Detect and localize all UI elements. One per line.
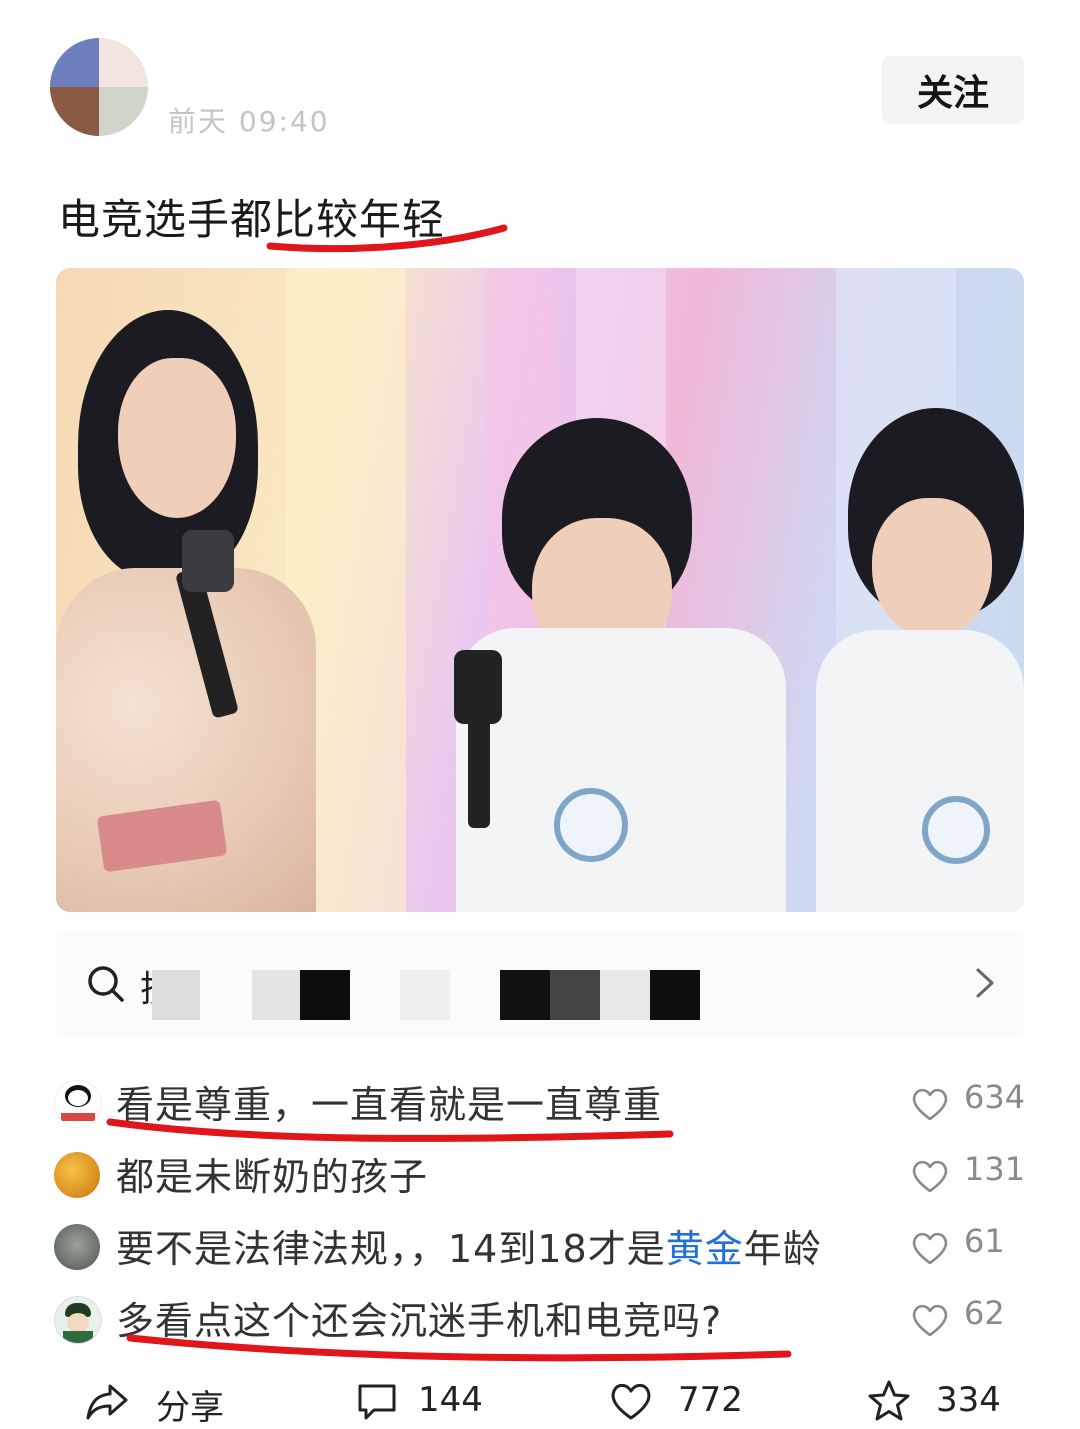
comment-button[interactable]: 144 [354,1372,494,1424]
comment-like-count: 61 [964,1222,1005,1260]
commenter-avatar[interactable] [54,1224,100,1270]
redaction-block [550,970,600,1020]
follow-button[interactable]: 关注 [882,56,1024,124]
comment-item[interactable]: 都是未断奶的孩子 131 [0,1144,1080,1216]
highlight-link[interactable]: 黄金 [666,1227,744,1271]
comment-text: 要不是法律法规，，14到18才是黄金年龄 [116,1227,822,1271]
redaction-block [500,970,550,1020]
like-count: 772 [678,1380,743,1420]
redaction-block [252,970,300,1020]
host-figure [56,268,356,912]
player-figure [436,418,816,912]
redaction-block [600,970,650,1020]
post-time: 前天 09:40 [168,105,330,138]
heart-outline-icon[interactable] [910,1084,950,1124]
share-button[interactable]: 分享 [84,1372,244,1428]
comment-count: 144 [418,1380,483,1420]
redaction-block [650,970,700,1020]
heart-icon [611,1383,651,1420]
action-bar: 分享 144 772 334 [0,1372,1080,1428]
comment-like-count: 634 [964,1078,1026,1116]
comment-like-count: 131 [964,1150,1026,1188]
redaction-block [300,970,350,1020]
commenter-avatar[interactable] [54,1152,100,1198]
red-underline-annotation [106,1118,674,1142]
like-button[interactable]: 772 [608,1372,748,1424]
chevron-right-icon [976,968,994,998]
redaction-block [400,970,450,1020]
red-underline-annotation [126,1334,792,1362]
related-search-bar[interactable]: 搜 [56,930,1024,1038]
comment-text: 都是未断奶的孩子 [116,1155,429,1199]
commenter-avatar[interactable] [54,1080,102,1128]
heart-outline-icon[interactable] [910,1156,950,1196]
heart-outline-icon[interactable] [910,1300,950,1340]
author-avatar[interactable] [50,38,148,136]
favorite-count: 334 [936,1380,1001,1420]
share-icon [86,1384,128,1420]
star-icon [868,1380,910,1421]
commenter-avatar[interactable] [54,1296,102,1344]
comment-like-count: 62 [964,1294,1005,1332]
player-figure [816,408,1024,912]
comment-icon [358,1384,396,1420]
share-label: 分享 [156,1388,224,1428]
comment-item[interactable]: 要不是法律法规，，14到18才是黄金年龄 61 [0,1216,1080,1288]
post-image[interactable] [56,268,1024,912]
redaction-block [152,970,200,1020]
heart-outline-icon[interactable] [910,1228,950,1268]
search-icon [88,966,124,1002]
red-underline-annotation [266,224,508,253]
favorite-button[interactable]: 334 [866,1372,1006,1424]
